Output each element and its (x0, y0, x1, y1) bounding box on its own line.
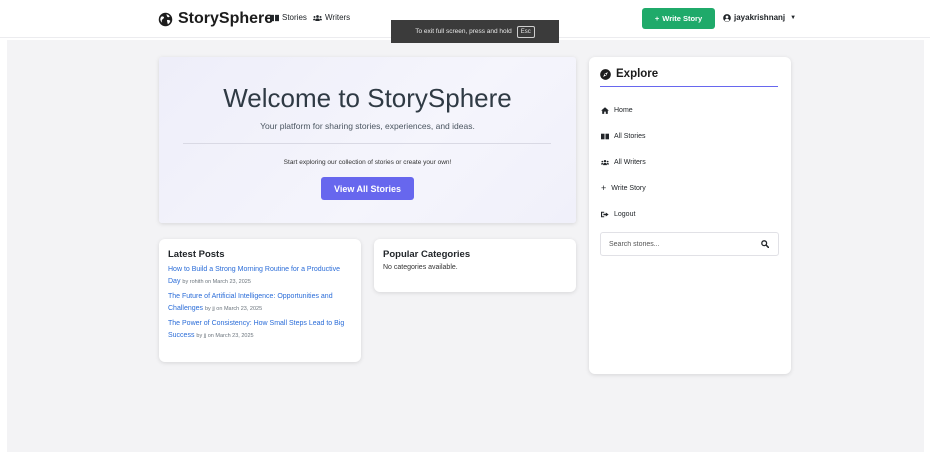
search-input[interactable] (609, 239, 749, 250)
nav-link-stories[interactable]: Stories (270, 13, 307, 22)
nav-link-stories-label: Stories (282, 13, 307, 22)
sidebar-item-all-writers[interactable]: All Writers (601, 159, 646, 166)
brand-logo[interactable]: StorySphere (158, 9, 273, 29)
popular-categories-title: Popular Categories (383, 249, 471, 260)
home-icon (601, 107, 609, 114)
nav-link-writers-label: Writers (325, 13, 351, 22)
username: jayakrishnanj (734, 13, 786, 22)
hero-divider (183, 143, 551, 144)
view-all-stories-button[interactable]: View All Stories (321, 177, 414, 200)
hero-title: Welcome to StorySphere (223, 83, 512, 113)
sidebar-item-all-stories[interactable]: All Stories (601, 133, 646, 140)
search-box (600, 232, 779, 256)
post-meta: by jj on March 23, 2025 (196, 333, 254, 339)
write-story-label: Write Story (662, 14, 703, 23)
sign-out-icon (601, 211, 609, 218)
sidebar-item-logout[interactable]: Logout (601, 211, 635, 218)
search-icon[interactable] (761, 240, 769, 248)
plus-icon: + (654, 14, 660, 23)
list-item: The Power of Consistency: How Small Step… (168, 318, 352, 342)
list-item: The Future of Artificial Intelligence: O… (168, 291, 352, 315)
hero-subtitle: Your platform for sharing stories, exper… (260, 121, 475, 131)
popular-categories-card: Popular Categories No categories availab… (374, 239, 576, 292)
chevron-down-icon: ▼ (790, 14, 797, 21)
write-story-button[interactable]: + Write Story (642, 8, 715, 29)
users-icon (313, 14, 322, 21)
fullscreen-notice-text: To exit full screen, press and hold (415, 28, 512, 35)
latest-posts-card: Latest Posts How to Build a Strong Morni… (159, 239, 361, 362)
fullscreen-exit-notice: To exit full screen, press and hold Esc (391, 20, 559, 43)
categories-empty-message: No categories available. (383, 264, 458, 271)
sidebar-item-write-story[interactable]: + Write Story (601, 183, 646, 193)
post-meta: by rohith on March 23, 2025 (182, 279, 251, 285)
globe-icon (158, 12, 173, 26)
user-menu-dropdown[interactable]: jayakrishnanj ▼ (723, 13, 796, 22)
latest-posts-title: Latest Posts (168, 249, 225, 260)
compass-icon (600, 68, 611, 80)
users-icon (601, 159, 609, 166)
list-item: How to Build a Strong Morning Routine fo… (168, 264, 352, 288)
hero-description: Start exploring our collection of storie… (283, 159, 452, 166)
post-link[interactable]: The Power of Consistency: How Small Step… (168, 320, 344, 339)
sidebar-item-label: All Writers (614, 159, 646, 166)
sidebar-item-label: Logout (614, 211, 636, 218)
book-open-icon (601, 133, 609, 140)
nav-link-writers[interactable]: Writers (313, 13, 350, 22)
user-circle-icon (723, 13, 731, 22)
book-open-icon (270, 14, 279, 21)
welcome-hero: Welcome to StorySphere Your platform for… (159, 57, 576, 223)
sidebar-item-home[interactable]: Home (601, 107, 633, 114)
brand-name: StorySphere (178, 10, 274, 27)
sidebar-item-label: All Stories (614, 133, 646, 140)
explore-sidebar: Explore Home All Stories All Writers + W… (589, 57, 791, 374)
explore-heading: Explore (600, 68, 778, 87)
sidebar-item-label: Write Story (611, 185, 646, 192)
explore-title: Explore (616, 68, 659, 80)
post-meta: by jj on March 23, 2025 (204, 306, 263, 312)
esc-key-badge: Esc (516, 25, 535, 38)
sidebar-item-label: Home (614, 107, 633, 114)
plus-icon: + (601, 183, 607, 193)
